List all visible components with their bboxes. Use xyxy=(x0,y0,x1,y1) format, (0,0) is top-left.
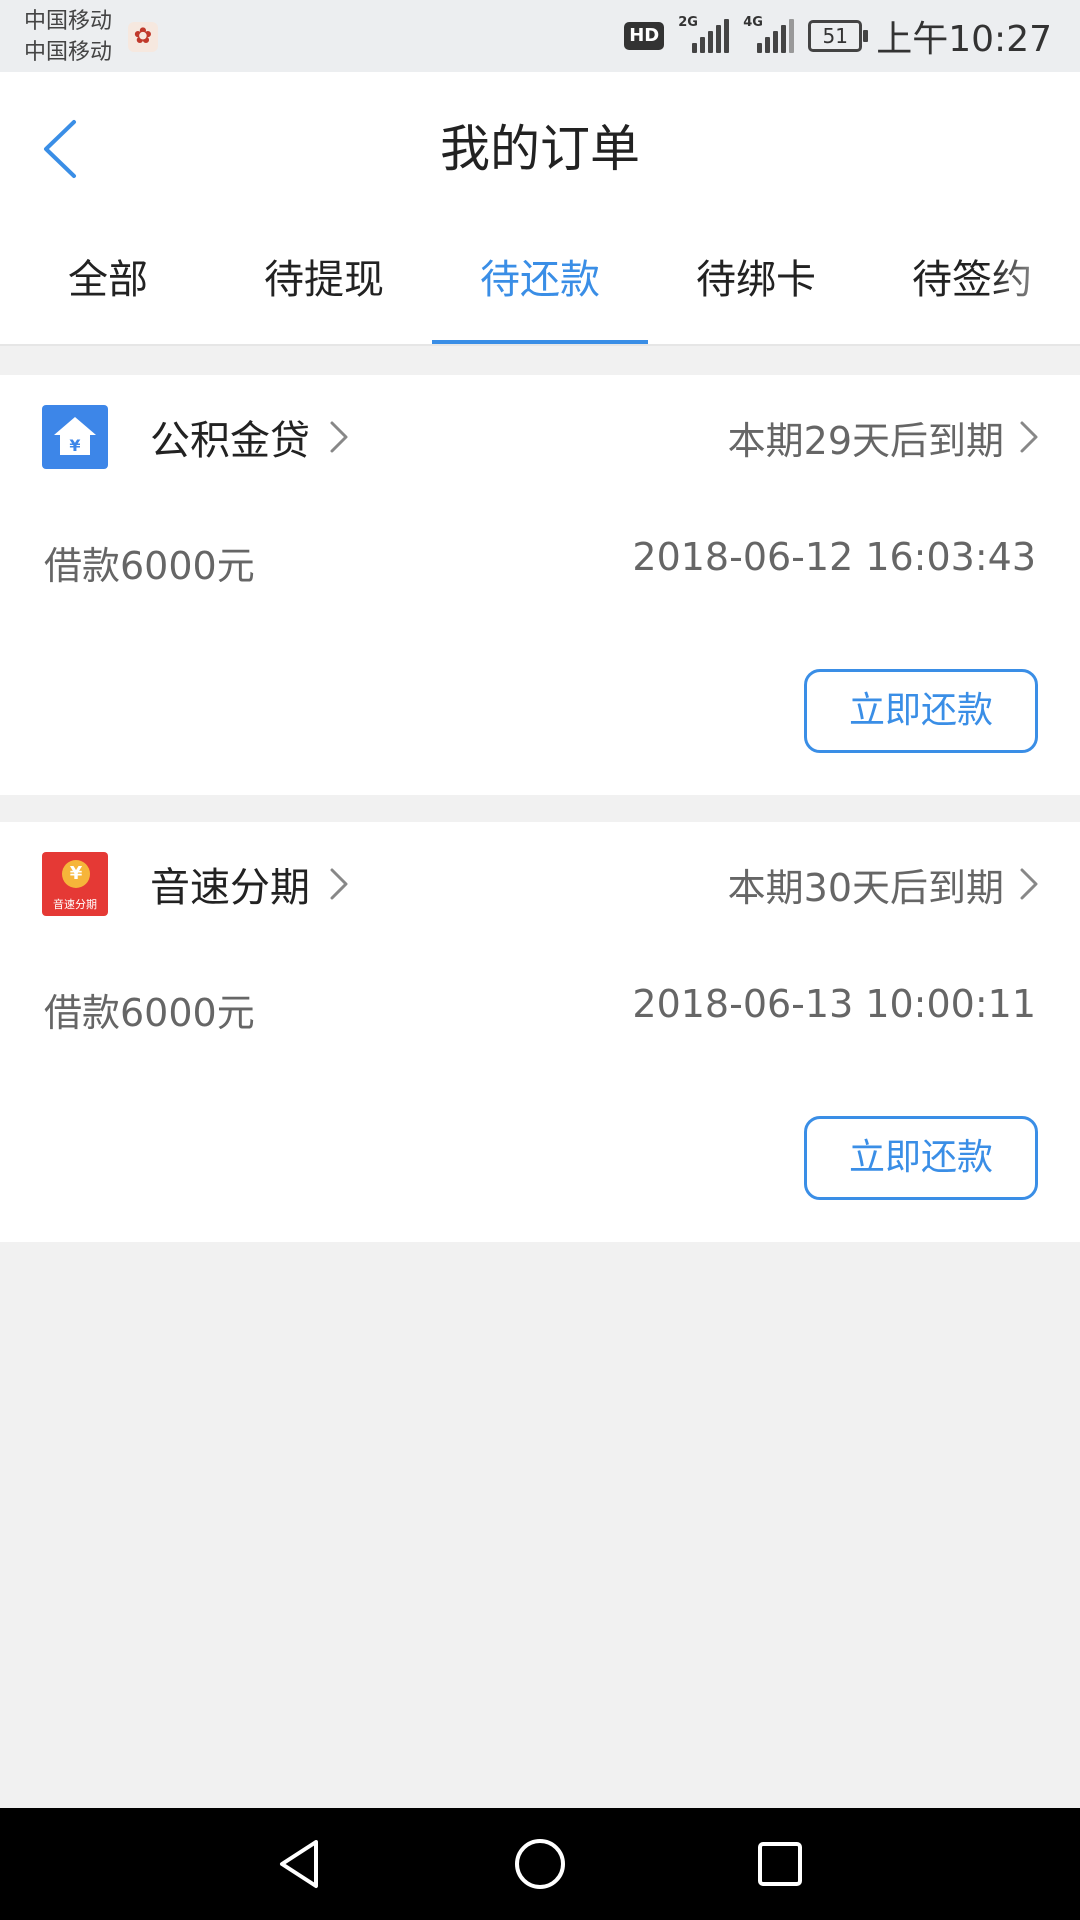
navigation-bar xyxy=(0,1808,1080,1920)
logo-caption: 音速分期 xyxy=(53,898,97,911)
status-indicators: HD 2G 4G 51 上午10:27 xyxy=(624,10,1052,62)
due-date-link[interactable]: 本期30天后到期 xyxy=(728,852,1040,916)
status-time: 上午10:27 xyxy=(876,19,1052,60)
tab-pending-signing[interactable]: 待签约 xyxy=(864,222,1080,344)
chevron-right-icon xyxy=(1020,421,1038,453)
triangle-back-icon xyxy=(280,1840,318,1888)
svg-text:¥: ¥ xyxy=(69,436,80,455)
due-date-link[interactable]: 本期29天后到期 xyxy=(728,405,1040,469)
network-type-1: 2G xyxy=(678,15,698,30)
loan-datetime: 2018-06-13 10:00:11 xyxy=(632,982,1036,1026)
signal-strength-icon-2: 4G xyxy=(743,15,795,53)
product-name: 音速分期 xyxy=(150,865,310,911)
house-yuan-icon: ¥ xyxy=(42,405,108,469)
circle-home-icon xyxy=(515,1839,565,1889)
order-card: ¥ 公积金贷 本期29天后到期 借款6000元 2018-06-12 16:03… xyxy=(0,375,1080,795)
repay-now-button[interactable]: 立即还款 xyxy=(804,669,1038,753)
header: 我的订单 xyxy=(0,72,1080,222)
loan-amount: 借款6000元 xyxy=(44,991,255,1035)
chevron-right-icon xyxy=(1020,868,1038,900)
chevron-right-icon xyxy=(330,868,348,900)
nav-home-button[interactable] xyxy=(510,1834,570,1894)
yuan-coin-icon: ¥ xyxy=(62,860,90,888)
carrier-names: 中国移动 中国移动 xyxy=(24,6,112,68)
product-link[interactable]: 公积金贷 xyxy=(150,405,350,469)
order-tabs: 全部 待提现 待还款 待绑卡 待签约 xyxy=(0,222,1080,346)
yinsu-fenqi-logo: ¥ 音速分期 xyxy=(42,852,108,916)
order-card: ¥ 音速分期 音速分期 本期30天后到期 借款6000元 2018-06-13 … xyxy=(0,822,1080,1242)
carrier-logo-icon: ✿ xyxy=(128,22,158,52)
loan-amount: 借款6000元 xyxy=(44,544,255,588)
product-link[interactable]: 音速分期 xyxy=(150,852,350,916)
tab-pending-withdrawal[interactable]: 待提现 xyxy=(216,222,432,344)
carrier-1-label: 中国移动 xyxy=(24,9,113,34)
repay-now-button[interactable]: 立即还款 xyxy=(804,1116,1038,1200)
chevron-right-icon xyxy=(330,421,348,453)
tab-pending-card-binding[interactable]: 待绑卡 xyxy=(648,222,864,344)
network-type-2: 4G xyxy=(743,15,763,30)
nav-back-button[interactable] xyxy=(270,1834,330,1894)
carrier-2-label: 中国移动 xyxy=(24,40,113,65)
tab-pending-repayment[interactable]: 待还款 xyxy=(432,222,648,344)
hd-badge: HD xyxy=(624,22,665,50)
page-title: 我的订单 xyxy=(440,120,640,178)
battery-icon: 51 xyxy=(808,20,869,52)
signal-strength-icon: 2G xyxy=(678,15,730,53)
status-bar: 中国移动 中国移动 ✿ HD 2G 4G 51 上午10:27 xyxy=(0,0,1080,72)
battery-level: 51 xyxy=(822,24,848,48)
loan-datetime: 2018-06-12 16:03:43 xyxy=(632,535,1036,579)
product-name: 公积金贷 xyxy=(150,418,310,464)
due-text: 本期30天后到期 xyxy=(727,865,1004,910)
due-text: 本期29天后到期 xyxy=(727,418,1004,463)
nav-recent-apps-button[interactable] xyxy=(750,1834,810,1894)
tab-all[interactable]: 全部 xyxy=(0,222,216,344)
square-recent-icon xyxy=(758,1842,802,1886)
